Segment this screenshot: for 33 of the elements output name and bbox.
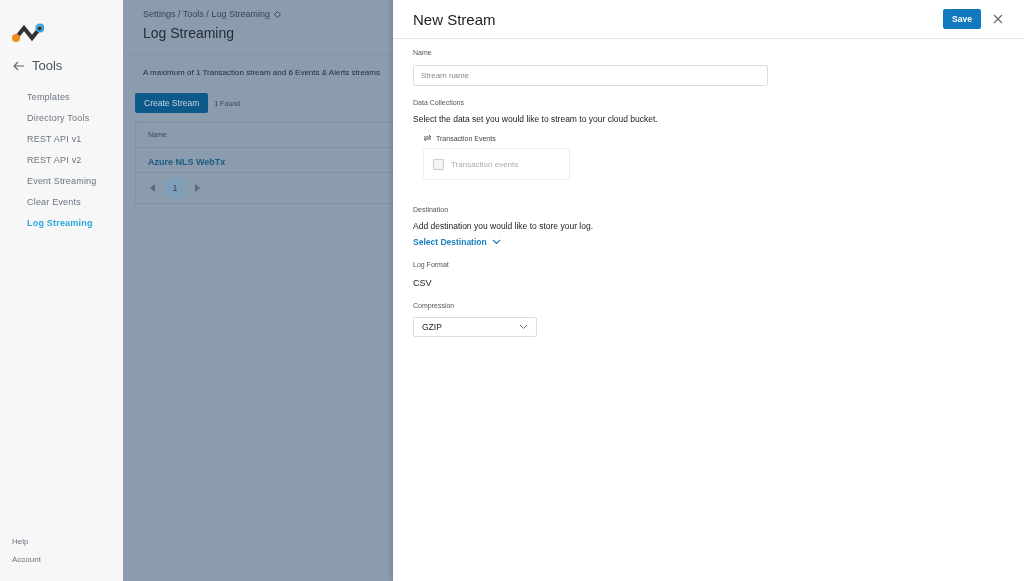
logo-icon: [12, 22, 44, 44]
close-icon[interactable]: [993, 14, 1003, 24]
stream-name-field[interactable]: Stream name: [413, 65, 768, 86]
sidebar-item[interactable]: Templates: [0, 87, 123, 108]
caret-icon: [491, 239, 501, 245]
sidebar-footer-link[interactable]: Help: [0, 533, 123, 551]
sync-icon: [423, 134, 432, 142]
create-stream-button[interactable]: Create Stream: [135, 93, 209, 113]
breadcrumb: Settings / Tools / Log Streaming: [143, 9, 270, 19]
sidebar-item[interactable]: REST API v2: [0, 150, 123, 171]
sidebar-item[interactable]: Clear Events: [0, 192, 123, 213]
drawer-title: New Stream: [413, 10, 497, 28]
next-page-icon[interactable]: [194, 184, 200, 192]
sidebar-footer-link[interactable]: Account: [0, 551, 123, 569]
sidebar-item[interactable]: Event Streaming: [0, 171, 123, 192]
back-arrow-icon[interactable]: [13, 60, 25, 71]
save-button[interactable]: Save: [943, 9, 981, 29]
description-text: Add destination you would like to store your log.: [413, 221, 595, 231]
select-destination-link[interactable]: Select Destination: [413, 237, 501, 247]
link-icon[interactable]: [273, 10, 281, 18]
sidebar-item[interactable]: Directory Tools: [0, 108, 123, 129]
log-format-value: CSV: [413, 278, 433, 288]
stream-link[interactable]: Azure NLS WebTx: [148, 157, 226, 167]
page-title: Log Streaming: [143, 25, 236, 41]
description-text: Select the data set you would like to stream to your cloud bucket.: [413, 114, 659, 124]
page-button[interactable]: 1: [165, 178, 185, 198]
sidebar-item[interactable]: REST API v1: [0, 129, 123, 150]
compression-dropdown[interactable]: GZIP: [413, 317, 537, 337]
section-title: Tools: [32, 58, 63, 73]
sidebar-item[interactable]: Log Streaming: [0, 213, 123, 234]
notice-text: A maximum of 1 Transaction stream and 6 Events & Alerts streams: [143, 68, 381, 77]
previous-page-icon[interactable]: [150, 184, 156, 192]
caret-icon: [519, 324, 528, 330]
